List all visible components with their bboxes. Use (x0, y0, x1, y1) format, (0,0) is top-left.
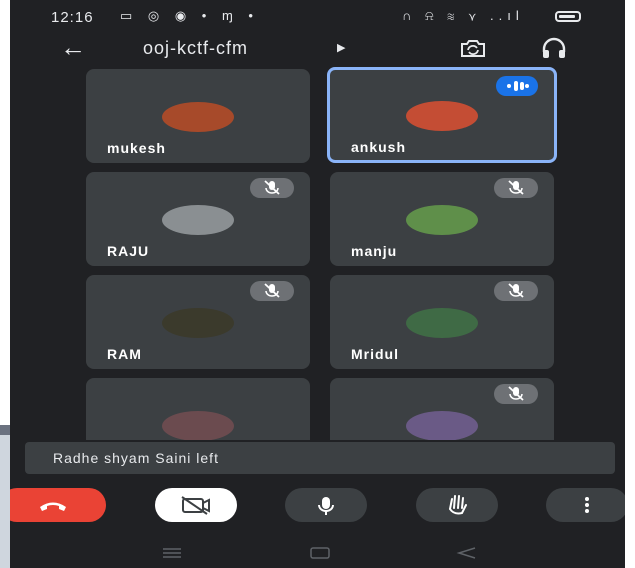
back-arrow-icon[interactable]: ← (60, 34, 86, 60)
more-vert-icon (585, 497, 589, 513)
home-icon[interactable] (308, 546, 332, 560)
mic-off-icon (264, 180, 280, 195)
participant-avatar (406, 205, 478, 235)
participant-name: ankush (351, 139, 407, 155)
battery-icon (555, 11, 581, 22)
participant-tile[interactable] (330, 378, 554, 440)
participant-grid: mukesh ankush RAJU manju RAM Mridul (10, 66, 625, 440)
system-icons: ∩ ⍾ ≋ ⋎ ..ıl (402, 8, 524, 23)
participant-avatar (406, 101, 478, 131)
headphones-icon[interactable] (541, 37, 567, 59)
hang-up-icon (40, 502, 66, 511)
notification-toast: Radhe shyam Saini left (25, 442, 615, 474)
mic-off-icon (508, 386, 524, 401)
notification-text: Radhe shyam Saini left (53, 450, 219, 466)
participant-name: Mridul (351, 346, 399, 362)
participant-name: mukesh (107, 140, 166, 156)
speaking-indicator (496, 76, 538, 96)
participant-avatar (406, 308, 478, 338)
participant-avatar (162, 102, 234, 132)
status-bar: 12:16 ▭ ◎ ◉ • ɱ • ∩ ⍾ ≋ ⋎ ..ıl (10, 0, 625, 32)
notification-icons: ▭ ◎ ◉ • ɱ • (120, 8, 259, 23)
muted-badge (250, 178, 294, 198)
status-time: 12:16 (51, 9, 94, 26)
back-nav-icon[interactable] (455, 546, 479, 560)
meeting-header: ← ooj-kctf-cfm ▶ (10, 32, 625, 66)
microphone-icon (318, 497, 334, 515)
muted-badge (494, 281, 538, 301)
muted-badge (494, 178, 538, 198)
participant-tile[interactable]: mukesh (86, 69, 310, 163)
phone-screen: 12:16 ▭ ◎ ◉ • ɱ • ∩ ⍾ ≋ ⋎ ..ıl ← ooj-kct… (10, 0, 625, 568)
switch-camera-icon[interactable] (458, 38, 488, 58)
more-options-button[interactable] (546, 488, 625, 522)
participant-tile[interactable]: RAJU (86, 172, 310, 266)
audio-level-icon (507, 81, 529, 91)
hand-icon (449, 495, 467, 515)
participant-avatar (162, 308, 234, 338)
meeting-code[interactable]: ooj-kctf-cfm (143, 38, 248, 59)
participant-tile[interactable]: RAM (86, 275, 310, 369)
participant-name: RAJU (107, 243, 150, 259)
participant-name: manju (351, 243, 398, 259)
camera-toggle-button[interactable] (155, 488, 237, 522)
mic-off-icon (508, 180, 524, 195)
participant-name: RAM (107, 346, 142, 362)
mic-off-icon (264, 283, 280, 298)
recents-icon[interactable] (160, 546, 184, 560)
end-call-button[interactable] (10, 488, 106, 522)
camera-off-icon (181, 496, 210, 515)
android-nav-bar (10, 538, 625, 568)
participant-avatar (406, 411, 478, 440)
microphone-button[interactable] (285, 488, 367, 522)
meeting-details-arrow-icon[interactable]: ▶ (337, 41, 345, 54)
muted-badge (250, 281, 294, 301)
participant-tile[interactable]: manju (330, 172, 554, 266)
mic-off-icon (508, 283, 524, 298)
muted-badge (494, 384, 538, 404)
participant-avatar (162, 411, 234, 440)
participant-tile-active-speaker[interactable]: ankush (327, 67, 557, 163)
participant-tile[interactable] (86, 378, 310, 440)
participant-avatar (162, 205, 234, 235)
raise-hand-button[interactable] (416, 488, 498, 522)
participant-tile[interactable]: Mridul (330, 275, 554, 369)
